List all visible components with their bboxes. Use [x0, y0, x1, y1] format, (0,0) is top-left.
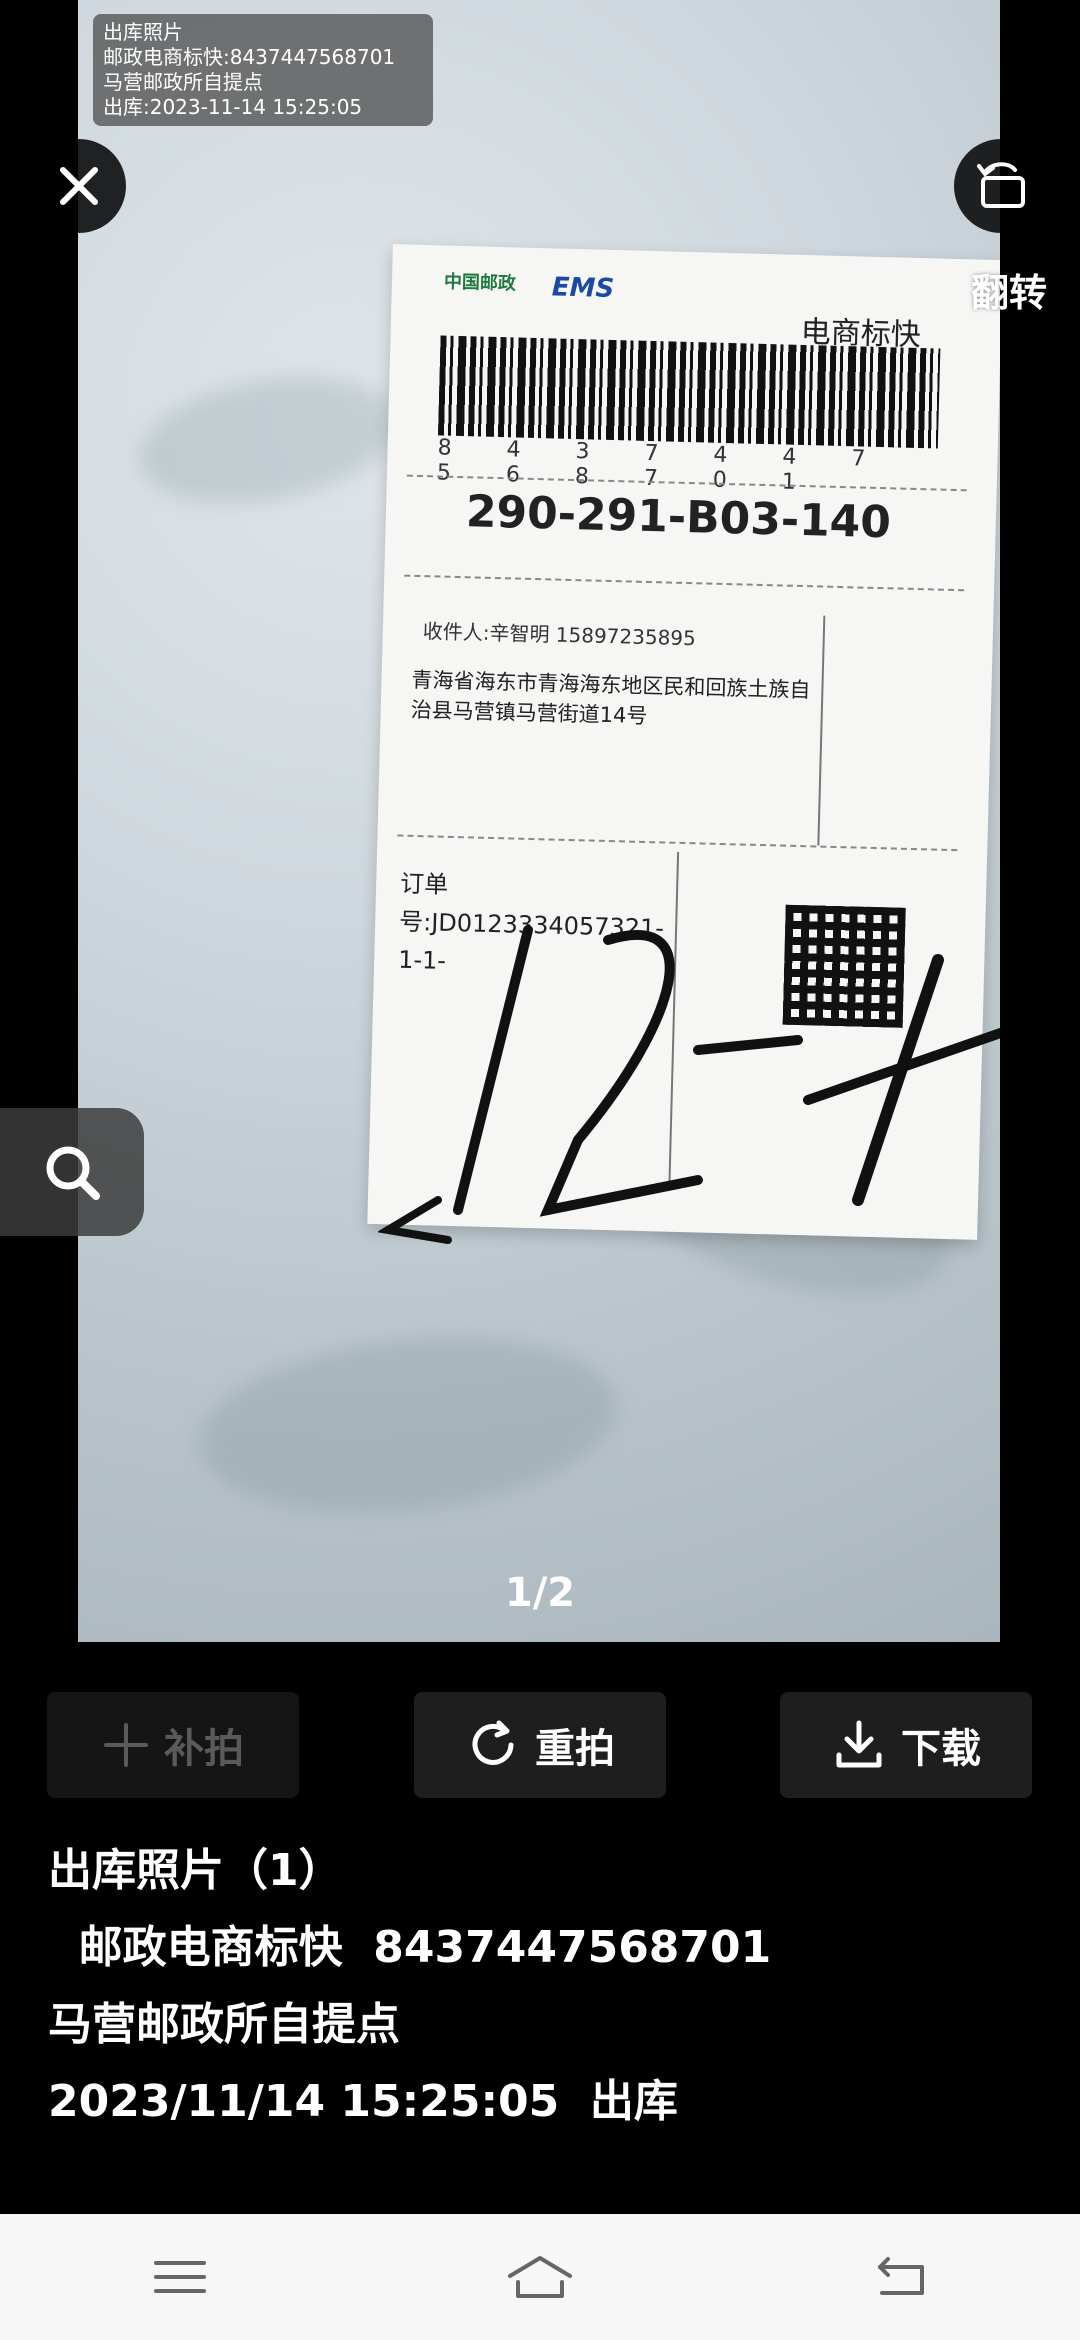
flip-label[interactable]: 翻转 — [954, 262, 1064, 317]
menu-button[interactable] — [120, 2237, 240, 2317]
plastic-wrinkle — [190, 1318, 626, 1532]
plastic-wrinkle — [129, 358, 407, 522]
label-divider — [817, 615, 826, 846]
download-label: 下载 — [901, 1726, 981, 1772]
ems-logo: EMS — [551, 272, 615, 304]
refresh-icon — [472, 1720, 514, 1765]
flip-button[interactable] — [954, 139, 1048, 233]
china-post-logo: 中国邮政 — [443, 271, 517, 295]
photo-watermark: 出库照片 邮政电商标快:8437447568701 马营邮政所自提点 出库:20… — [93, 14, 433, 126]
sort-code: 290-291-B03-140 — [465, 486, 892, 549]
rotate-icon — [977, 162, 1025, 208]
handwritten-mark — [378, 925, 1000, 1244]
download-icon — [836, 1720, 882, 1768]
watermark-line: 出库:2023-11-14 15:25:05 — [103, 95, 363, 119]
add-photo-button[interactable]: 补拍 — [47, 1692, 299, 1798]
recipient-address: 青海省海东市青海海东地区民和回族土族自治县马营镇马营街道14号 — [410, 667, 811, 729]
search-icon — [46, 1146, 100, 1200]
add-photo-label: 补拍 — [164, 1726, 244, 1772]
search-button[interactable] — [0, 1108, 144, 1236]
watermark-line: 马营邮政所自提点 — [103, 70, 263, 94]
retake-button[interactable]: 重拍 — [414, 1692, 666, 1798]
home-icon — [508, 2256, 572, 2298]
home-button[interactable] — [480, 2237, 600, 2317]
watermark-line: 出库照片 — [103, 20, 183, 44]
close-button[interactable] — [32, 139, 126, 233]
details-time: 2023/11/14 15:25:05 出库 — [48, 2076, 678, 2127]
retake-label: 重拍 — [535, 1726, 615, 1772]
download-button[interactable]: 下载 — [780, 1692, 1032, 1798]
back-icon — [878, 2257, 924, 2295]
recipient: 收件人:辛智明 15897235895 — [422, 619, 697, 651]
photo-details: 出库照片（1） 邮政电商标快 8437447568701 马营邮政所自提点 2023… — [48, 1832, 771, 2140]
back-button[interactable] — [840, 2237, 960, 2317]
close-icon — [60, 167, 98, 205]
details-tracking: 邮政电商标快 8437447568701 — [48, 1922, 772, 1973]
parcel-photo: 中国邮政 EMS 电商标快 8 4 3 7 4 4 7 5 6 8 7 0 1 … — [78, 0, 1000, 1642]
menu-icon — [154, 2261, 206, 2293]
watermark-line: 邮政电商标快:8437447568701 — [103, 45, 396, 69]
details-location: 马营邮政所自提点 — [48, 1999, 400, 2050]
plus-icon — [104, 1723, 148, 1767]
label-divider — [404, 574, 965, 592]
details-title: 出库照片（1） — [48, 1845, 343, 1896]
label-divider — [397, 834, 958, 852]
barcode — [437, 335, 941, 449]
page-indicator: 1/2 — [504, 1570, 576, 1616]
system-navbar — [0, 2214, 1080, 2340]
